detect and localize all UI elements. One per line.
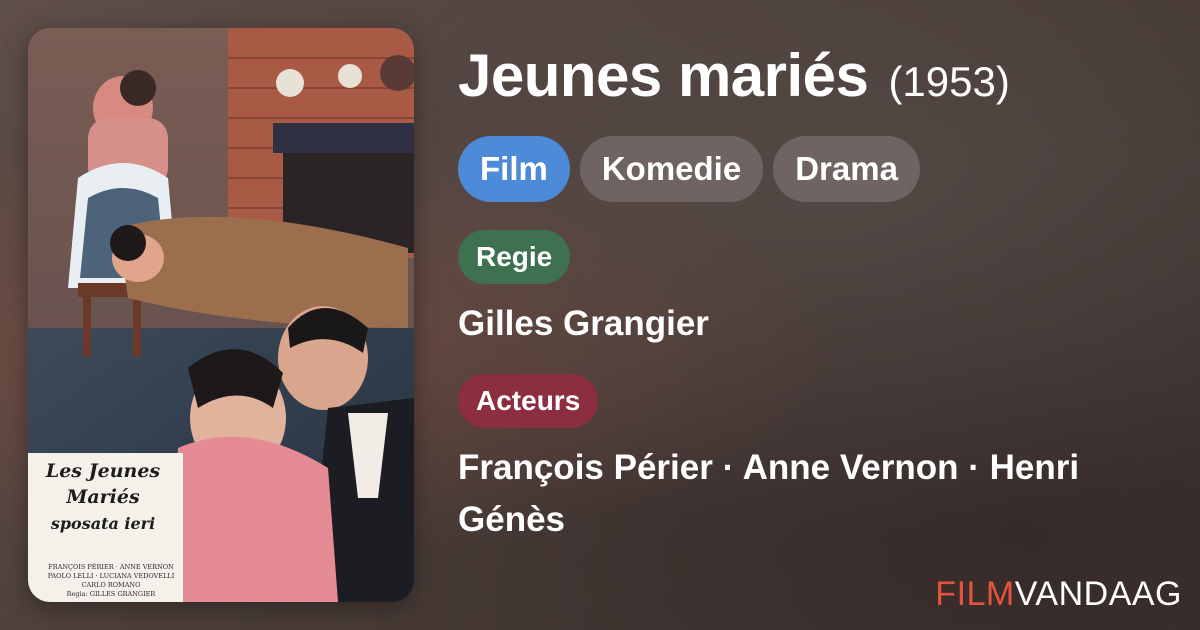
poster-subtitle: sposata ieri (50, 514, 156, 533)
poster-credits: FRANÇOIS PÉRIER · ANNE VERNON PAOLO LELL… (36, 563, 186, 599)
poster-credit-line: CARLO ROMANO (81, 581, 141, 589)
title-row: Jeunes mariés (1953) (458, 40, 1178, 118)
acteurs-badge: Acteurs (458, 374, 599, 428)
cast-names: François Périer · Anne Vernon · Henri Gé… (458, 448, 1080, 539)
logo-vandaag-part: VANDAAG (1014, 575, 1182, 613)
movie-poster[interactable]: Les Jeunes Mariés sposata ieri FRANÇOIS … (28, 28, 414, 602)
poster-credit-line: Regia: GILLES GRANGIER (66, 590, 156, 598)
poster-title: Les Jeunes Mariés (45, 460, 161, 508)
director-names: Gilles Grangier (458, 304, 709, 343)
regie-badge: Regie (458, 230, 571, 284)
chip-drama[interactable]: Drama (773, 136, 920, 202)
poster-credit-line: PAOLO LELLI · LUCIANA VEDOVELLI (47, 572, 175, 580)
chip-komedie[interactable]: Komedie (579, 136, 764, 202)
page: Les Jeunes Mariés sposata ieri FRANÇOIS … (0, 0, 1200, 630)
film-details: Jeunes mariés (1953) Film Komedie Drama … (458, 40, 1178, 546)
film-year: (1953) (888, 58, 1010, 105)
chip-film[interactable]: Film (458, 136, 570, 202)
logo-film-part: FILM (935, 575, 1015, 613)
poster-credit-line: FRANÇOIS PÉRIER · ANNE VERNON (48, 563, 174, 571)
genre-chips: Film Komedie Drama (458, 136, 1178, 202)
filmvandaag-logo[interactable]: FILMVANDAAG (935, 575, 1182, 614)
film-title: Jeunes mariés (458, 42, 869, 109)
